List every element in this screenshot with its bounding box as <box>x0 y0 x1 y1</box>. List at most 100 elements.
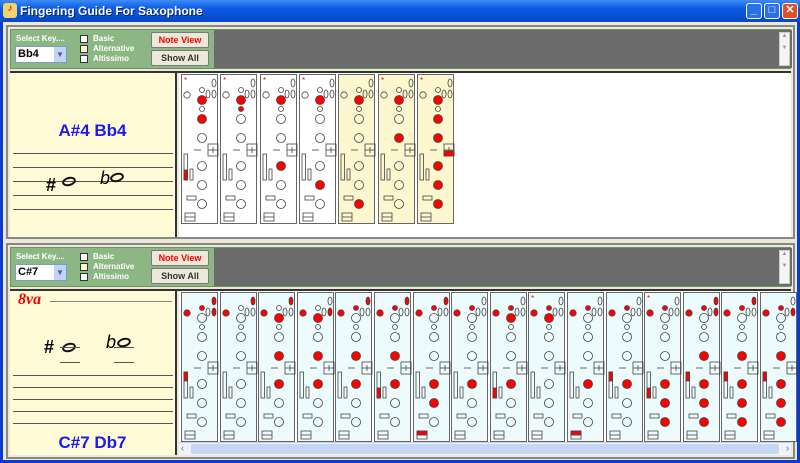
fingering-chart[interactable] <box>682 292 721 442</box>
key-D <box>274 417 285 427</box>
fingering-chart[interactable]: * <box>298 74 337 224</box>
key-bis <box>237 324 244 330</box>
key-F <box>236 161 247 171</box>
key-E <box>390 398 400 408</box>
legend-swatch-altissimo <box>80 273 88 281</box>
key-select[interactable]: Bb4 ▼ <box>15 46 67 63</box>
key-E <box>505 398 516 408</box>
fingering-chart[interactable]: * <box>644 292 682 442</box>
fingering-chart[interactable] <box>721 292 759 442</box>
key-s <box>469 305 476 311</box>
key-E <box>351 398 362 408</box>
key-side2 <box>228 168 233 181</box>
scroll-right-icon[interactable]: › <box>786 443 789 453</box>
key-oct <box>751 296 757 306</box>
key-s <box>276 305 283 311</box>
key-s <box>314 305 321 311</box>
horizontal-scrollbar[interactable]: ‹ › <box>179 442 791 455</box>
key-p1 <box>323 89 329 99</box>
key-p2 <box>481 307 487 317</box>
key-select[interactable]: C#7 ▼ <box>15 264 67 281</box>
key-F <box>467 379 478 389</box>
recommended-star: * <box>647 294 650 303</box>
key-bis <box>277 106 284 112</box>
key-G <box>583 351 593 361</box>
fingering-chart[interactable]: * <box>416 74 455 224</box>
fingering-chart[interactable] <box>760 292 798 442</box>
fingering-chart[interactable] <box>335 292 373 442</box>
key-fF <box>492 309 500 317</box>
key-A <box>505 332 516 342</box>
fingering-chart[interactable]: * <box>528 292 566 442</box>
show-all-button[interactable]: Show All <box>151 50 209 66</box>
info-area: ▲ ▼ <box>214 30 792 68</box>
key-A <box>393 114 404 124</box>
fingering-chart[interactable] <box>451 292 489 442</box>
info-scrollbar[interactable]: ▲ ▼ <box>779 32 790 66</box>
fingering-chart[interactable] <box>181 292 219 442</box>
key-s <box>353 305 360 311</box>
key-p1 <box>591 307 597 317</box>
recommended-star: * <box>420 76 423 85</box>
fingering-chart[interactable] <box>258 292 296 442</box>
fingering-chart[interactable] <box>605 292 643 442</box>
fingering-chart[interactable] <box>412 292 450 442</box>
key-side <box>453 371 459 399</box>
key-G <box>312 351 323 361</box>
minimize-button[interactable]: _ <box>746 3 762 19</box>
key-bis <box>238 106 245 112</box>
key-oct <box>250 78 256 88</box>
key-side <box>260 371 266 399</box>
key-fF <box>723 309 731 317</box>
key-F <box>432 161 443 171</box>
note-view-button[interactable]: Note View <box>151 32 209 48</box>
chevron-down-icon[interactable]: ▼ <box>54 265 66 280</box>
show-all-button[interactable]: Show All <box>151 268 209 284</box>
key-side <box>262 153 267 181</box>
key-p1 <box>437 307 442 317</box>
fingering-chart[interactable] <box>219 292 257 442</box>
scroll-left-icon[interactable]: ‹ <box>181 443 184 453</box>
key-p2 <box>327 307 333 317</box>
key-bis <box>316 106 323 112</box>
info-scrollbar[interactable]: ▲ ▼ <box>779 250 790 284</box>
key-F <box>698 379 709 389</box>
key-bis <box>276 324 283 330</box>
key-side2 <box>189 168 194 181</box>
maximize-button[interactable]: □ <box>764 3 780 19</box>
fingering-chart[interactable]: * <box>181 74 219 224</box>
whole-note <box>61 175 77 188</box>
fingering-chart[interactable]: * <box>377 74 415 224</box>
note-view-button[interactable]: Note View <box>151 250 209 266</box>
key-oct <box>290 78 295 88</box>
fingering-chart[interactable]: * <box>259 74 297 224</box>
key-p1 <box>630 307 635 317</box>
fingering-chart[interactable] <box>296 292 335 442</box>
scroll-thumb[interactable] <box>191 444 779 454</box>
key-fF <box>453 309 461 317</box>
legend-altissimo-label: Altissimo <box>93 272 130 281</box>
fingering-chart[interactable] <box>374 292 412 442</box>
fingering-chart[interactable] <box>338 74 376 224</box>
legend-alternative-label: Alternative <box>93 44 135 53</box>
key-bis <box>392 324 398 330</box>
key-bis <box>739 324 746 330</box>
key-oct <box>520 296 526 306</box>
key-side2 <box>268 168 272 181</box>
legend-basic-label: Basic <box>93 252 115 261</box>
chevron-down-icon[interactable]: ▼ <box>54 47 66 62</box>
recommended-star: * <box>381 76 384 85</box>
key-bis <box>507 324 514 330</box>
ledger-line <box>60 362 80 363</box>
fingering-chart[interactable] <box>489 292 528 442</box>
fingering-chart[interactable] <box>567 292 605 442</box>
staff-line <box>13 181 173 182</box>
key-G <box>698 351 709 361</box>
key-p1 <box>244 89 250 99</box>
key-B <box>467 313 478 323</box>
key-F <box>390 379 400 389</box>
fingering-chart[interactable]: * <box>220 74 258 224</box>
key-G <box>544 351 555 361</box>
key-bis <box>395 106 402 112</box>
close-button[interactable]: ✕ <box>782 3 798 19</box>
